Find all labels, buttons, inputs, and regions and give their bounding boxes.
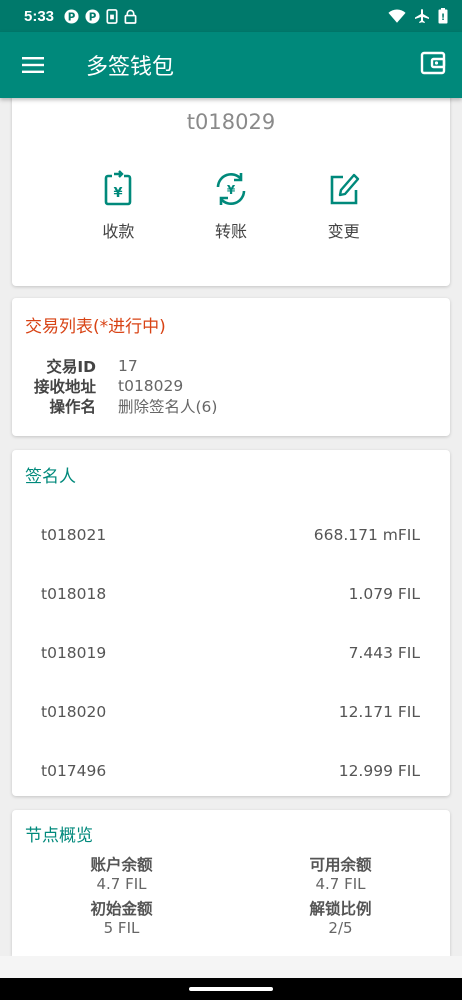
overview-key: 可用余额 (309, 856, 372, 874)
overview-key: 解锁比例 (309, 900, 372, 918)
transaction-title: 交易列表(*进行中) (25, 317, 166, 337)
overview-key: 初始金额 (90, 900, 153, 918)
lock-icon (124, 9, 137, 24)
overview-title: 节点概览 (25, 826, 93, 846)
page-title: 多签钱包 (86, 54, 175, 79)
edit-icon (330, 173, 359, 205)
list-item[interactable]: t018019 7.443 FIL (12, 623, 450, 682)
receive-button[interactable]: ¥ 收款 (78, 170, 158, 242)
transfer-button[interactable]: ¥ 转账 (191, 170, 271, 242)
status-bar: 5:33 P P ! (0, 0, 462, 32)
gesture-area (0, 978, 462, 1000)
wallet-card: t018029 ¥ 收款 ¥ 转账 变更 (12, 98, 450, 286)
svg-text:¥: ¥ (227, 183, 236, 197)
overview-value: 4.7 FIL (315, 875, 366, 893)
transaction-row: 交易ID 17 (12, 356, 450, 376)
signer-balance: 7.443 FIL (348, 643, 420, 662)
system-nav-bar (0, 956, 462, 1000)
svg-text:¥: ¥ (114, 186, 123, 201)
transfer-icon: ¥ (216, 173, 246, 205)
transaction-details: 交易ID 17 接收地址 t018029 操作名 删除签名人(6) (12, 356, 450, 416)
signers-list: t018021 668.171 mFIL t018018 1.079 FIL t… (12, 505, 450, 800)
wallet-button[interactable] (420, 51, 446, 79)
overview-value: 5 FIL (103, 919, 140, 937)
signer-address: t018019 (41, 643, 107, 662)
signer-balance: 12.171 FIL (338, 702, 420, 721)
edit-label: 变更 (327, 222, 360, 241)
overview-value: 4.7 FIL (96, 875, 147, 893)
overview-grid: 账户余额 4.7 FIL 可用余额 4.7 FIL 初始金额 5 FIL 解锁比… (12, 853, 450, 941)
list-item[interactable]: t018020 12.171 FIL (12, 682, 450, 741)
p-icon: P (64, 8, 79, 24)
list-item[interactable]: t017496 12.999 FIL (12, 741, 450, 800)
status-time: 5:33 (24, 7, 55, 25)
field-key: 操作名 (49, 398, 96, 416)
field-key: 接收地址 (33, 378, 96, 396)
receive-icon: ¥ (105, 170, 132, 206)
signer-balance: 1.079 FIL (348, 584, 420, 603)
wallet-address: t018029 (186, 110, 276, 134)
menu-button[interactable] (0, 55, 66, 75)
overview-cell: 账户余额 4.7 FIL (12, 853, 231, 897)
p-icon: P (85, 8, 100, 24)
signer-address: t018018 (41, 584, 107, 603)
svg-text:P: P (89, 11, 97, 23)
list-item[interactable]: t018021 668.171 mFIL (12, 505, 450, 564)
transaction-row: 操作名 删除签名人(6) (12, 396, 450, 416)
signer-balance: 12.999 FIL (338, 761, 420, 780)
overview-value: 2/5 (328, 919, 353, 937)
airplane-icon (415, 9, 429, 23)
signers-title: 签名人 (25, 467, 76, 487)
field-value: t018029 (118, 377, 184, 395)
svg-text:P: P (68, 11, 76, 23)
signer-balance: 668.171 mFIL (313, 525, 420, 544)
list-item[interactable]: t018018 1.079 FIL (12, 564, 450, 623)
overview-cell: 初始金额 5 FIL (12, 897, 231, 941)
scroll-content[interactable]: t018029 ¥ 收款 ¥ 转账 变更 交易列表(*进行中) 交易ID 17 … (0, 98, 462, 956)
edit-button[interactable]: 变更 (304, 170, 384, 242)
menu-icon (22, 57, 44, 73)
field-value: 17 (118, 357, 138, 375)
sim-icon (106, 8, 118, 24)
receive-label: 收款 (102, 222, 135, 241)
wallet-actions: ¥ 收款 ¥ 转账 变更 (12, 170, 450, 242)
field-value: 删除签名人(6) (118, 398, 218, 416)
wallet-icon (420, 51, 446, 75)
transaction-row: 接收地址 t018029 (12, 376, 450, 396)
transfer-label: 转账 (214, 222, 247, 241)
overview-card: 节点概览 账户余额 4.7 FIL 可用余额 4.7 FIL 初始金额 5 FI… (12, 810, 450, 956)
wifi-icon (388, 9, 406, 23)
signer-address: t017496 (41, 761, 107, 780)
overview-cell: 解锁比例 2/5 (231, 897, 450, 941)
signers-card: 签名人 t018021 668.171 mFIL t018018 1.079 F… (12, 450, 450, 796)
transaction-card[interactable]: 交易列表(*进行中) 交易ID 17 接收地址 t018029 操作名 删除签名… (12, 298, 450, 436)
svg-text:!: ! (441, 13, 445, 23)
overview-cell: 可用余额 4.7 FIL (231, 853, 450, 897)
battery-icon: ! (438, 8, 448, 24)
app-bar: 多签钱包 (0, 32, 462, 98)
overview-key: 账户余额 (90, 856, 153, 874)
field-key: 交易ID (46, 358, 96, 376)
signer-address: t018021 (41, 525, 107, 544)
signer-address: t018020 (41, 702, 107, 721)
home-gesture-handle[interactable] (189, 987, 273, 991)
